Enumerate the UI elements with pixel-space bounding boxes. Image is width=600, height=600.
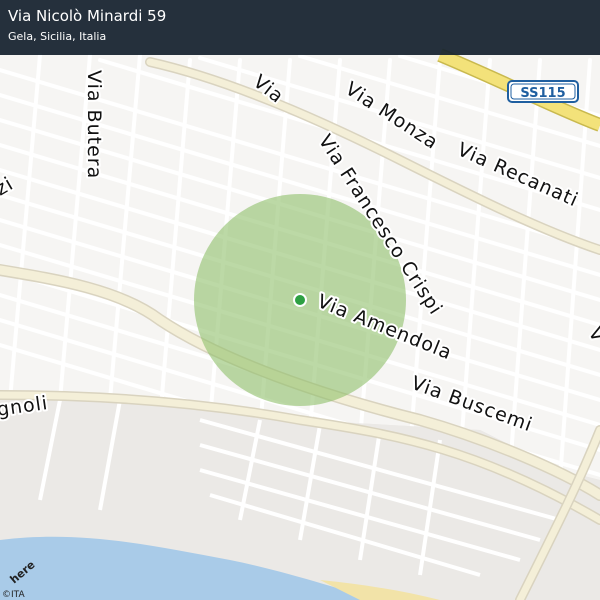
map-canvas[interactable]: Via Butera Via Butera zi zi Via Via Via … — [0, 0, 600, 600]
location-header: Via Nicolò Minardi 59 Gela, Sicilia, Ita… — [0, 0, 600, 55]
location-marker[interactable] — [293, 293, 307, 307]
label-via-butera: Via Butera — [83, 70, 105, 179]
address-title: Via Nicolò Minardi 59 — [8, 7, 167, 25]
road-shield-ss115: SS115 — [507, 80, 579, 103]
shield-label: SS115 — [520, 86, 565, 101]
map-svg: Via Butera Via Butera zi zi Via Via Via … — [0, 0, 600, 600]
copyright-text: ©ITA — [2, 590, 25, 600]
address-subtitle: Gela, Sicilia, Italia — [8, 30, 107, 43]
